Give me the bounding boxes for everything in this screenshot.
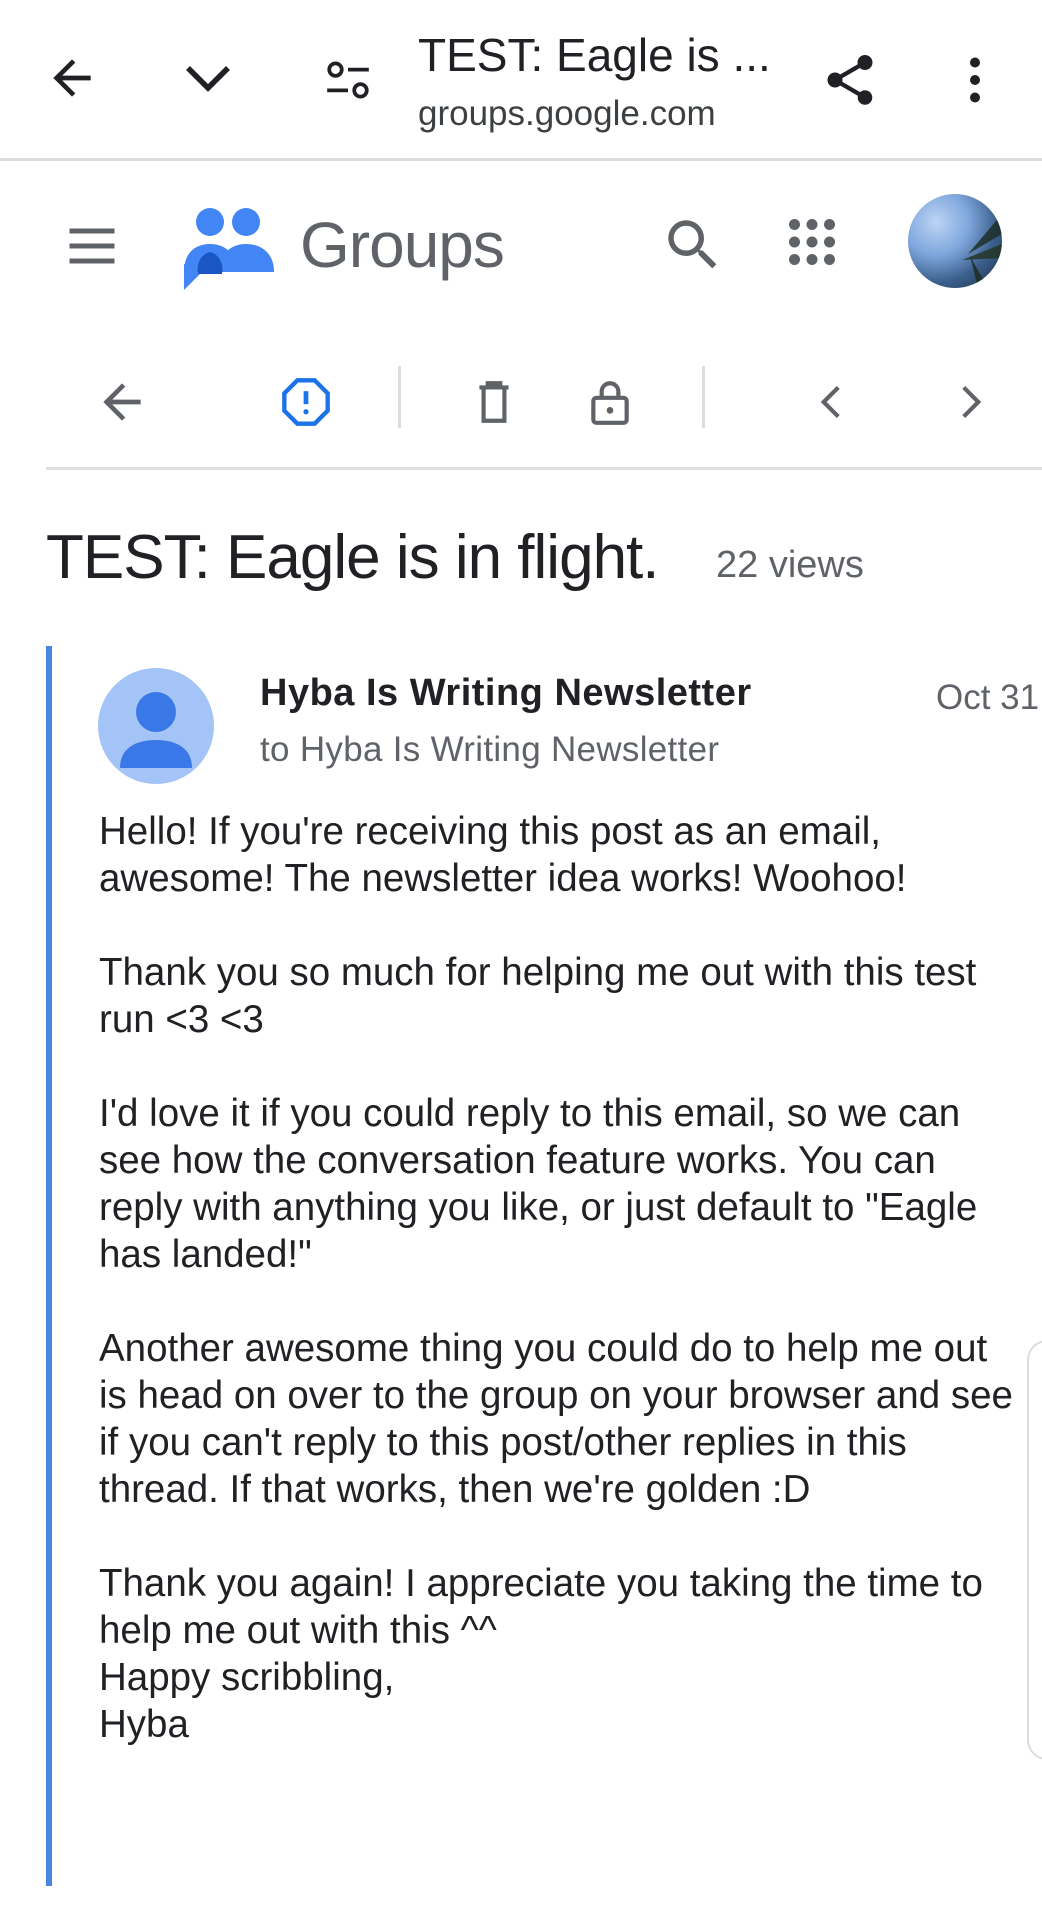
message-paragraph: I'd love it if you could reply to this e… [99,1092,978,1276]
toolbar-divider [702,366,705,428]
avatar[interactable] [98,668,214,784]
report-icon[interactable] [270,366,342,438]
apps-grid-icon[interactable] [782,212,850,280]
thread-toolbar [46,340,1042,470]
message-paragraph: Hello! If you're receiving this post as … [99,810,907,900]
lock-icon[interactable] [574,366,646,438]
more-vert-icon[interactable] [940,42,1010,118]
closing-line: Hyba [99,1703,189,1746]
message-paragraph: Another awesome thing you could do to he… [99,1327,1013,1511]
message-accent-bar [46,646,52,1886]
chevron-left-icon[interactable] [796,366,868,438]
arrow-left-icon[interactable] [86,366,158,438]
side-panel-handle[interactable] [1027,1340,1042,1760]
arrow-left-icon[interactable] [36,42,108,114]
view-count: 22 views [716,544,864,586]
url-text[interactable]: groups.google.com [418,94,716,134]
message-paragraph: Thank you so much for helping me out wit… [99,951,977,1041]
closing-line: Happy scribbling, [99,1656,395,1699]
message-body: Hello! If you're receiving this post as … [99,808,1019,1748]
closing-line: Thank you again! I appreciate you taking… [99,1562,983,1652]
delete-icon[interactable] [458,366,530,438]
sender-name[interactable]: Hyba Is Writing Newsletter [260,672,752,715]
chevron-right-icon[interactable] [934,366,1006,438]
browser-top-bar: TEST: Eagle is ... groups.google.com [0,0,1042,161]
avatar[interactable] [908,194,1002,288]
recipients: to Hyba Is Writing Newsletter [260,730,720,769]
share-icon[interactable] [812,42,888,118]
hamburger-icon[interactable] [62,216,122,276]
tune-icon[interactable] [312,44,384,116]
chevron-down-icon[interactable] [172,42,244,114]
search-icon[interactable] [660,212,728,280]
message-date: Oct 31 [936,678,1040,717]
toolbar-divider [398,366,401,428]
tab-title[interactable]: TEST: Eagle is ... [418,28,778,82]
app-name: Groups [300,209,505,281]
groups-logo-icon [180,194,280,294]
app-header: Groups [0,164,1042,324]
page: TEST: Eagle is ... groups.google.com Gro… [0,0,1042,1920]
page-title: TEST: Eagle is in flight. [46,523,659,592]
message-closing: Thank you again! I appreciate you taking… [99,1560,1019,1748]
